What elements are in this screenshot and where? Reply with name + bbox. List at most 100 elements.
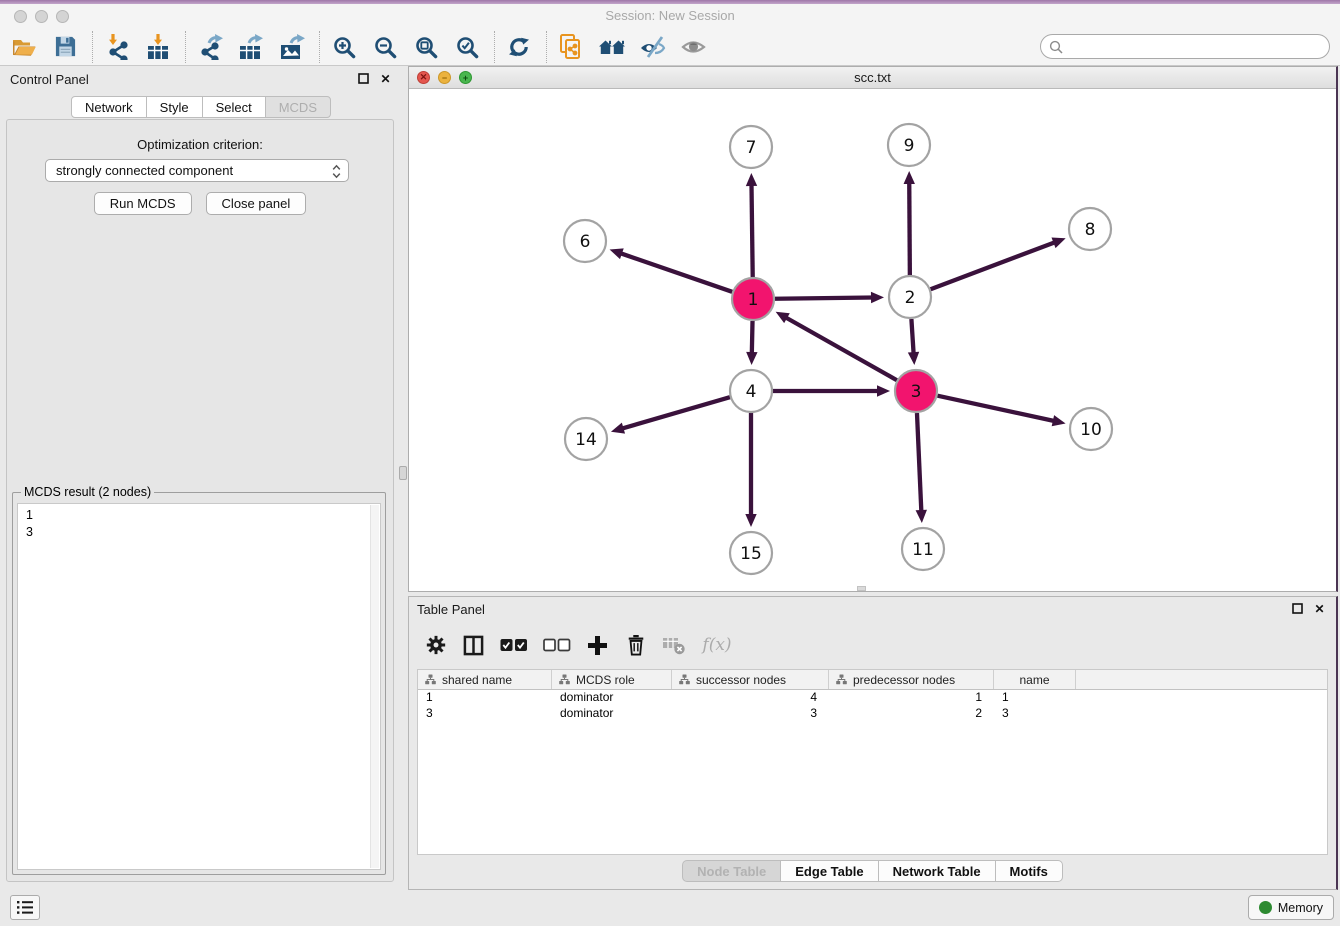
minimize-window-button[interactable]: [35, 10, 48, 23]
edge-3-11[interactable]: [917, 413, 921, 512]
table-row[interactable]: 1dominator411: [418, 690, 1327, 706]
arrowhead-icon: [916, 510, 927, 523]
float-panel-icon[interactable]: [357, 72, 370, 85]
arrowhead-icon: [871, 292, 884, 303]
select-all-button[interactable]: [499, 631, 529, 659]
refresh-view-button[interactable]: [503, 30, 535, 64]
canvas-scroll-handle[interactable]: [857, 586, 866, 591]
tab-node-table[interactable]: Node Table: [682, 860, 781, 882]
arrowhead-icon: [877, 385, 890, 396]
tab-network-table[interactable]: Network Table: [878, 860, 996, 882]
zoom-out-button[interactable]: [369, 30, 401, 64]
zoom-fit-button[interactable]: [410, 30, 442, 64]
export-table-icon: [239, 34, 263, 60]
zoom-in-button[interactable]: [328, 30, 360, 64]
table-cell[interactable]: 1: [994, 690, 1076, 706]
open-session-button[interactable]: [8, 30, 40, 64]
table-cell[interactable]: 2: [829, 706, 994, 722]
tab-network[interactable]: Network: [71, 96, 147, 118]
control-panel-tabs: NetworkStyleSelectMCDS: [2, 96, 400, 118]
control-panel: Control Panel ✕ NetworkStyleSelectMCDS O…: [2, 66, 400, 884]
optimization-criterion-dropdown[interactable]: strongly connected component: [45, 159, 349, 182]
table-cell[interactable]: dominator: [552, 706, 672, 722]
mcds-result-area[interactable]: 1 3: [17, 503, 381, 870]
zoom-selected-button[interactable]: [451, 30, 483, 64]
table-cell[interactable]: 3: [994, 706, 1076, 722]
tab-mcds[interactable]: MCDS: [265, 96, 331, 118]
application-window: Session: New Session: [0, 0, 1340, 926]
column-label: MCDS role: [576, 673, 635, 687]
float-table-panel-icon[interactable]: [1291, 602, 1304, 615]
table-cell[interactable]: 1: [418, 690, 552, 706]
table-row[interactable]: 3dominator323: [418, 706, 1327, 722]
close-panel-button[interactable]: Close panel: [206, 192, 307, 215]
edge-1-7[interactable]: [751, 184, 752, 277]
edge-1-4[interactable]: [752, 321, 753, 354]
export-image-icon: [280, 34, 305, 60]
zoom-window-button[interactable]: [56, 10, 69, 23]
column-header-shared-name[interactable]: shared name: [418, 670, 552, 689]
tab-style[interactable]: Style: [146, 96, 203, 118]
edge-1-6[interactable]: [620, 253, 732, 292]
deselect-all-button[interactable]: [542, 631, 572, 659]
node-label-11: 11: [912, 540, 934, 560]
memory-status-icon: [1259, 901, 1272, 914]
export-network-button[interactable]: [194, 30, 226, 64]
import-network-button[interactable]: [101, 30, 133, 64]
dropdown-value: strongly connected component: [56, 163, 233, 178]
close-table-panel-icon[interactable]: ✕: [1313, 602, 1326, 615]
network-canvas[interactable]: 1234678910111415: [409, 89, 1336, 591]
edge-1-2[interactable]: [775, 297, 873, 298]
edge-3-10[interactable]: [937, 396, 1054, 421]
import-table-button[interactable]: [142, 30, 174, 64]
table-cell[interactable]: 3: [418, 706, 552, 722]
delete-table-button[interactable]: [661, 631, 686, 659]
close-window-button[interactable]: [14, 10, 27, 23]
table-panel-title: Table Panel: [417, 602, 485, 617]
export-table-button[interactable]: [235, 30, 267, 64]
overview-windows-button[interactable]: [596, 30, 628, 64]
mcds-result-scrollbar[interactable]: [370, 505, 379, 868]
export-image-button[interactable]: [276, 30, 308, 64]
hide-visibility-button[interactable]: [637, 30, 669, 64]
table-settings-button[interactable]: [423, 631, 448, 659]
node-label-3: 3: [911, 382, 922, 402]
function-builder-button[interactable]: f(x): [699, 631, 735, 659]
memory-button[interactable]: Memory: [1248, 895, 1334, 920]
splitter-handle[interactable]: [399, 466, 407, 480]
tab-edge-table[interactable]: Edge Table: [780, 860, 878, 882]
toolbar-separator: [319, 31, 320, 63]
node-label-6: 6: [580, 232, 591, 252]
table-cell[interactable]: 4: [672, 690, 829, 706]
main-titlebar: Session: New Session: [0, 4, 1340, 28]
edge-2-8[interactable]: [931, 242, 1056, 289]
run-mcds-button[interactable]: Run MCDS: [94, 192, 192, 215]
table-cell[interactable]: 3: [672, 706, 829, 722]
edge-3-1[interactable]: [785, 317, 897, 380]
add-row-button[interactable]: [585, 631, 610, 659]
search-icon: [1049, 40, 1063, 54]
show-columns-button[interactable]: [461, 631, 486, 659]
task-history-button[interactable]: [10, 895, 40, 920]
plus-icon: [587, 635, 608, 656]
search-input[interactable]: [1068, 40, 1321, 54]
edge-2-9[interactable]: [909, 182, 910, 275]
delete-row-button[interactable]: [623, 631, 648, 659]
optimization-criterion-label: Optimization criterion:: [7, 137, 393, 152]
table-cell[interactable]: 1: [829, 690, 994, 706]
column-header-name[interactable]: name: [994, 670, 1076, 689]
edge-2-3[interactable]: [911, 319, 913, 354]
edge-4-14[interactable]: [622, 397, 730, 429]
column-header-predecessor-nodes[interactable]: predecessor nodes: [829, 670, 994, 689]
column-label: successor nodes: [696, 673, 786, 687]
column-header-successor-nodes[interactable]: successor nodes: [672, 670, 829, 689]
tab-select[interactable]: Select: [202, 96, 266, 118]
duplicate-network-view-button[interactable]: [555, 30, 587, 64]
close-panel-icon[interactable]: ✕: [379, 72, 392, 85]
show-visibility-button[interactable]: [678, 30, 710, 64]
node-label-4: 4: [746, 382, 757, 402]
save-session-button[interactable]: [49, 30, 81, 64]
column-header-MCDS-role[interactable]: MCDS role: [552, 670, 672, 689]
tab-motifs[interactable]: Motifs: [995, 860, 1063, 882]
table-cell[interactable]: dominator: [552, 690, 672, 706]
